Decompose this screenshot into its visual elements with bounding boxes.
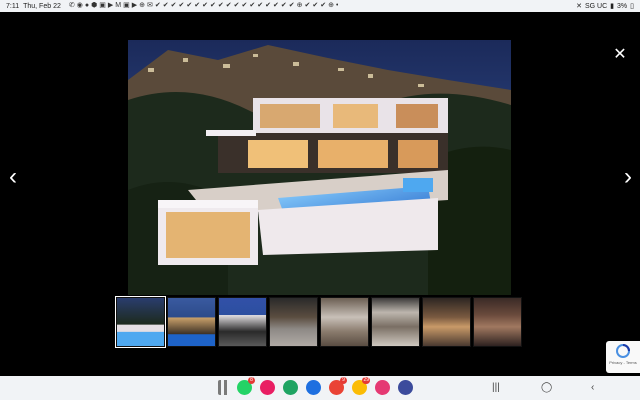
back-button[interactable]: ‹ <box>591 380 594 395</box>
grid-apps-app-icon[interactable] <box>218 380 229 395</box>
notification-icon: ⊕ <box>296 2 303 9</box>
notification-badge: 8 <box>248 377 255 384</box>
main-photo[interactable] <box>128 40 511 295</box>
whatsapp-app-icon[interactable]: 8 <box>237 377 255 395</box>
gallery-viewer: ✕ ‹ › Privacy - Terms <box>0 12 640 376</box>
notification-icon: ✔ <box>217 2 224 9</box>
notification-icon: ▶ <box>107 2 114 9</box>
notification-icon: M <box>115 2 122 9</box>
notification-icon: ◉ <box>76 2 83 9</box>
notification-icon: ✔ <box>257 2 264 9</box>
recaptcha-icon <box>616 344 630 358</box>
settings-app-icon[interactable] <box>398 380 413 395</box>
flower-app-icon[interactable] <box>375 380 390 395</box>
recaptcha-badge[interactable]: Privacy - Terms <box>606 341 640 373</box>
notification-icon: ✔ <box>312 2 319 9</box>
notification-icon: ▣ <box>123 2 130 9</box>
thumbnail-6[interactable] <box>371 297 420 347</box>
thumbnail-2[interactable] <box>167 297 216 347</box>
chrome-app-icon[interactable]: 29 <box>352 377 370 395</box>
notification-icons: ✆ ◉ ● ⬢ ▣ ▶ M ▣ ▶ ⊕ ✉ ✔ ✔ ✔ ✔ ✔ ✔ ✔ ✔ ✔ ✔ ✔ ✔ ✔ ✔ ✔ ✔ ✔ ✔ ⊕ ✔ ✔ ✔ ⊕ • <box>69 2 339 10</box>
notification-badge: 29 <box>362 377 370 384</box>
thumbnail-8[interactable] <box>473 297 522 347</box>
notification-icon: ✔ <box>249 2 256 9</box>
notification-icon: ✔ <box>265 2 271 9</box>
notification-icon: ✔ <box>202 2 208 9</box>
notification-icon: ✔ <box>170 2 177 9</box>
network-label: SG UC <box>584 2 608 10</box>
notification-icon: ✔ <box>225 2 232 9</box>
previous-photo-button[interactable]: ‹ <box>5 164 21 190</box>
battery-icon: ▯ <box>630 3 634 10</box>
status-time: 7:11 <box>6 2 20 10</box>
thumbnail-1[interactable] <box>115 296 166 348</box>
notification-icon: ✆ <box>68 2 75 9</box>
gmail-app-icon[interactable]: 9 <box>329 377 347 395</box>
notification-icon: ✔ <box>178 2 185 9</box>
thumbnail-strip <box>115 296 522 348</box>
android-nav-bar: 8 9 29 ||| ◯ ‹ <box>0 376 640 400</box>
status-date: Thu, Feb 22 <box>23 2 61 10</box>
next-photo-button[interactable]: › <box>620 164 636 190</box>
messages-app-icon[interactable] <box>306 380 321 395</box>
app-dock: 8 9 29 <box>218 377 413 395</box>
close-icon[interactable]: ✕ <box>611 46 629 64</box>
mute-icon: ✕ <box>576 3 582 10</box>
thumbnail-3[interactable] <box>218 297 267 347</box>
notification-icon: ✔ <box>194 2 201 9</box>
notification-icon: ✔ <box>272 2 279 9</box>
messenger-c-app-icon[interactable] <box>283 380 298 395</box>
notification-icon: ✔ <box>233 2 240 9</box>
notification-icon: ✔ <box>209 2 216 9</box>
notification-icon: ⬢ <box>91 2 98 9</box>
house-photo <box>128 40 511 295</box>
notification-icon: ✔ <box>304 2 311 9</box>
notification-icon: ✔ <box>241 2 248 9</box>
notification-icon: ⊕ <box>139 2 145 9</box>
notification-icon: • <box>335 2 339 9</box>
thumbnail-5[interactable] <box>320 297 369 347</box>
phone-app-icon[interactable] <box>260 380 275 395</box>
signal-icon: ▮ <box>610 3 615 10</box>
notification-icon: ⊕ <box>328 2 334 9</box>
recents-button[interactable]: ||| <box>492 380 500 395</box>
notification-icon: ✔ <box>280 2 287 9</box>
battery-label: 3% <box>617 2 628 10</box>
notification-icon: ✔ <box>320 2 327 9</box>
notification-icon: ✉ <box>146 2 153 9</box>
status-bar: 7:11 Thu, Feb 22 ✆ ◉ ● ⬢ ▣ ▶ M ▣ ▶ ⊕ ✉ ✔ ✔ ✔ ✔ ✔ ✔ ✔ ✔ ✔ ✔ ✔ ✔… <box>0 0 640 12</box>
recaptcha-text: Privacy - Terms <box>609 360 637 365</box>
notification-icon: ▶ <box>131 2 138 9</box>
notification-icon: ▣ <box>99 2 106 9</box>
notification-icon: ✔ <box>162 2 169 9</box>
home-button[interactable]: ◯ <box>541 380 552 395</box>
notification-icon: ✔ <box>186 2 193 9</box>
notification-icon: ✔ <box>288 2 295 9</box>
thumbnail-7[interactable] <box>422 297 471 347</box>
notification-icon: ● <box>84 2 90 9</box>
thumbnail-4[interactable] <box>269 297 318 347</box>
notification-icon: ✔ <box>154 2 161 9</box>
notification-badge: 9 <box>340 377 347 384</box>
